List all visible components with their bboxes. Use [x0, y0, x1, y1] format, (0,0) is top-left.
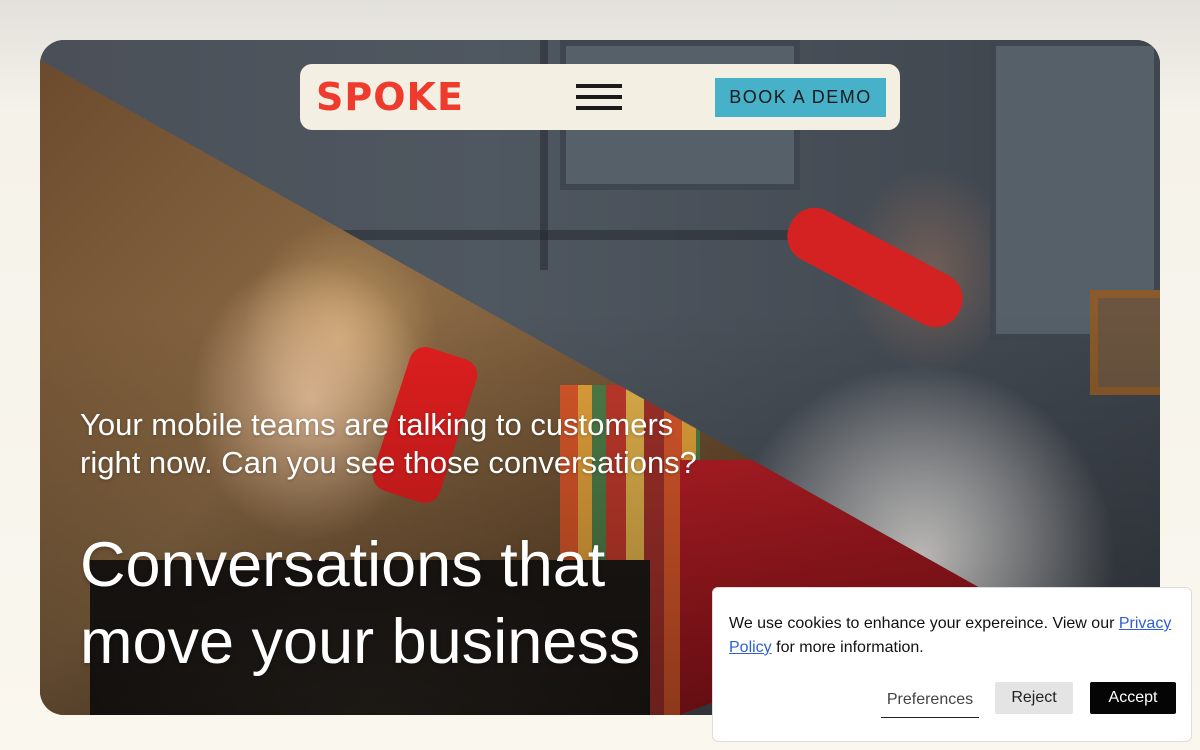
accept-button[interactable]: Accept	[1090, 682, 1176, 714]
cookie-banner: We use cookies to enhance your expereinc…	[712, 587, 1192, 742]
reject-button[interactable]: Reject	[995, 682, 1073, 714]
preferences-button[interactable]: Preferences	[881, 682, 979, 718]
top-nav: SPOKE BOOK A DEMO	[300, 64, 900, 130]
book-demo-button[interactable]: BOOK A DEMO	[715, 78, 886, 117]
cookie-text-after: for more information.	[771, 639, 924, 656]
hero-headline: Conversations that move your business	[80, 530, 641, 677]
hero-tagline: Your mobile teams are talking to custome…	[80, 407, 697, 480]
cookie-text-before: We use cookies to enhance your expereinc…	[729, 615, 1119, 632]
hamburger-menu-icon[interactable]	[576, 84, 624, 112]
spoke-logo[interactable]: SPOKE	[316, 76, 464, 118]
cookie-message: We use cookies to enhance your expereinc…	[729, 612, 1179, 660]
